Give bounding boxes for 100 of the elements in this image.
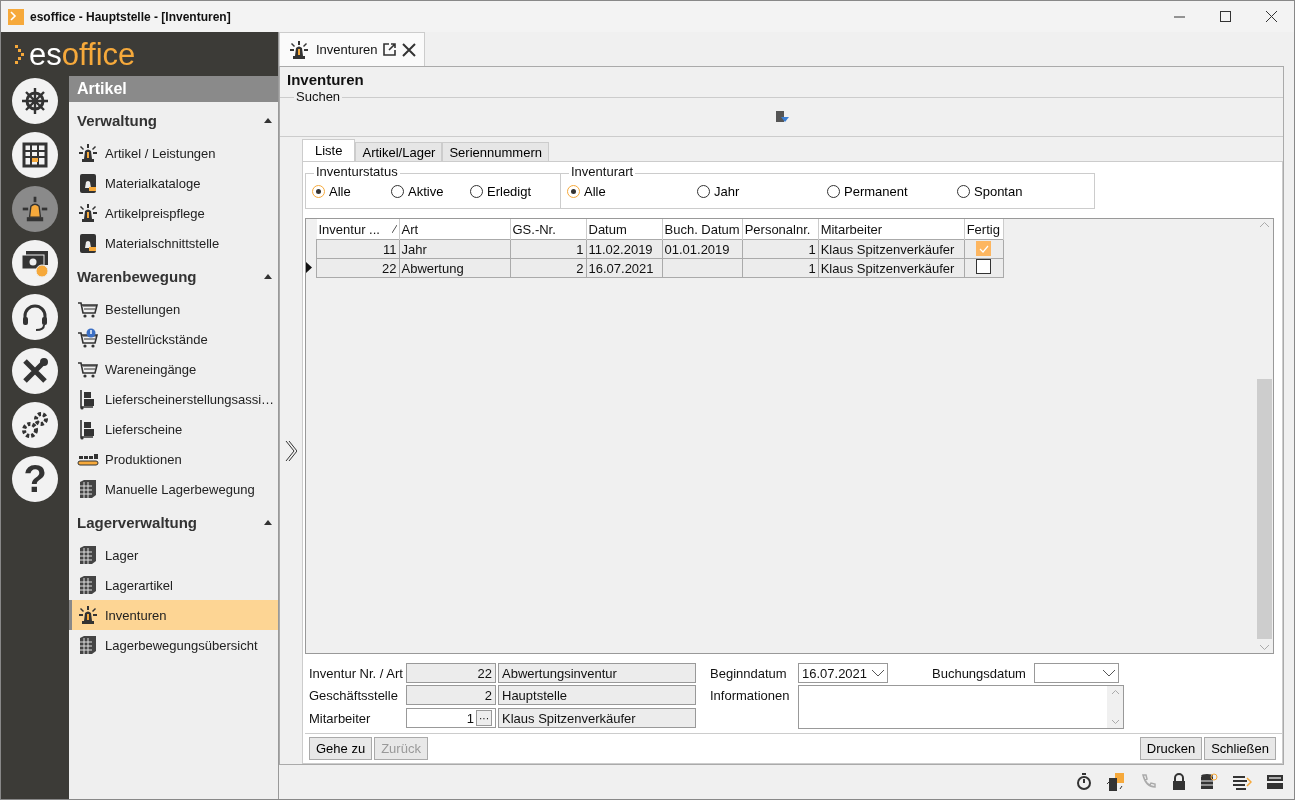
database-icon [1200,773,1218,791]
menu-item[interactable]: Inventuren [69,600,278,630]
menu-item[interactable]: Lager [69,540,278,570]
rail-button[interactable] [12,348,58,394]
table-cell: 11 [316,239,399,259]
menu-item[interactable]: Materialschnittstelle [69,228,278,258]
field-label: Informationen [710,686,791,705]
shelf-icon [77,574,99,596]
number-field[interactable]: 22 [406,663,496,683]
calendar-grid-icon [21,141,49,169]
headset-icon [20,302,50,332]
expand-chevron-icon[interactable] [285,439,297,462]
table-cell: 1 [510,239,586,259]
document-tab[interactable]: Inventuren [279,32,426,66]
menu-item[interactable]: Lieferscheine [69,414,278,444]
shelf-icon [77,478,99,500]
siren-icon [20,194,50,224]
number-field[interactable]: 2 [406,685,496,705]
menu-item[interactable]: Materialkataloge [69,168,278,198]
group-label: Suchen [294,89,343,104]
shelf-icon [77,544,99,566]
menu-item[interactable]: Artikel / Leistungen [69,138,278,168]
name-field[interactable]: Hauptstelle [498,685,696,705]
column-header[interactable]: Personalnr. [742,219,819,240]
radio-option[interactable]: Erledigt [470,183,549,199]
siren-icon [77,604,99,626]
maximize-icon [1219,11,1231,22]
menu-item[interactable]: Lagerartikel [69,570,278,600]
banknote-icon [20,248,50,278]
group-label: Inventurstatus [314,164,400,179]
column-header[interactable]: Art [399,219,510,240]
filter-icon[interactable] [774,110,789,124]
rail-button[interactable] [12,402,58,448]
radio-option[interactable]: Alle [312,183,391,199]
rail-button[interactable] [12,294,58,340]
name-field[interactable]: Klaus Spitzenverkäufer [498,708,696,728]
column-header[interactable]: Datum [586,219,662,240]
catalog-icon [77,172,99,194]
rail-button[interactable] [12,240,58,286]
field-label: Geschäftsstelle [309,686,399,705]
menu-item[interactable]: Wareneingänge [69,354,278,384]
action-button[interactable]: Schließen [1204,737,1276,760]
type-field[interactable]: Abwertungsinventur [498,663,696,683]
menu-item[interactable]: Produktionen [69,444,278,474]
phone-icon [1140,773,1158,791]
cart-alert-icon [77,328,99,350]
tab[interactable]: Artikel/Lager [355,142,443,161]
collapse-caret-icon[interactable] [264,117,272,123]
close-icon [1265,11,1277,22]
radio-option[interactable]: Alle [567,183,697,199]
table-cell: Jahr [399,239,510,259]
rail-button[interactable] [12,132,58,178]
tab[interactable]: Liste [302,139,356,161]
number-field[interactable]: 1 ··· [406,708,496,728]
field-label: Inventur Nr. / Art [309,664,404,683]
menu-item[interactable]: Bestellungen [69,294,278,324]
radio-option[interactable]: Jahr [697,183,827,199]
collapse-caret-icon[interactable] [264,273,272,279]
collapse-caret-icon[interactable] [264,519,272,525]
rail-button[interactable] [12,78,58,124]
section-header[interactable]: Warenbewegung [77,267,197,285]
table-cell: 1 [742,239,819,259]
sort-icon [391,225,397,233]
radio-option[interactable]: Permanent [827,183,957,199]
radio-option[interactable]: Aktive [391,183,470,199]
table-cell: Klaus Spitzenverkäufer [818,239,965,259]
column-header[interactable]: Mitarbeiter [818,219,965,240]
table-cell: 11.02.2019 [586,239,662,259]
siren-icon [288,38,310,61]
action-button[interactable]: Drucken [1139,737,1203,760]
stopwatch-icon [1076,773,1092,791]
menu-item[interactable]: Bestellrückstände [69,324,278,354]
menu-item[interactable]: Manuelle Lagerbewegung [69,474,278,504]
radio-option[interactable]: Spontan [957,183,1087,199]
gears-icon [20,410,50,440]
menu-item[interactable]: Artikelpreispflege [69,198,278,228]
rail-button[interactable]: ? [12,456,58,502]
browse-button[interactable]: ··· [476,710,492,726]
column-header[interactable]: Buch. Datum [662,219,743,240]
menu-item[interactable]: Lieferscheinerstellungsassi… [69,384,278,414]
section-header[interactable]: Lagerverwaltung [77,513,198,531]
close-icon[interactable] [402,42,417,57]
field-label: Buchungsdatum [932,664,1027,683]
chevron-dots-icon [15,43,25,65]
tab[interactable]: Seriennummern [442,142,549,161]
column-header[interactable]: Fertig [964,219,1004,240]
group-label: Inventurart [569,164,636,179]
date-dropdown[interactable] [1034,663,1119,683]
date-dropdown[interactable]: 16.07.2021 [798,663,888,683]
menu-item[interactable]: Lagerbewegungsübersicht [69,630,278,660]
field-label: Beginndatum [710,664,788,683]
row-pointer-icon [306,261,312,273]
column-header[interactable]: GS.-Nr. [510,219,586,240]
checkbox[interactable] [976,259,992,274]
nav-button[interactable]: Gehe zu [309,737,373,760]
rail-button[interactable] [12,186,58,232]
section-header[interactable]: Verwaltung [77,111,158,129]
ship-wheel-icon [21,87,49,115]
column-header[interactable]: Inventur ... [316,219,399,240]
popout-icon[interactable] [383,43,397,56]
